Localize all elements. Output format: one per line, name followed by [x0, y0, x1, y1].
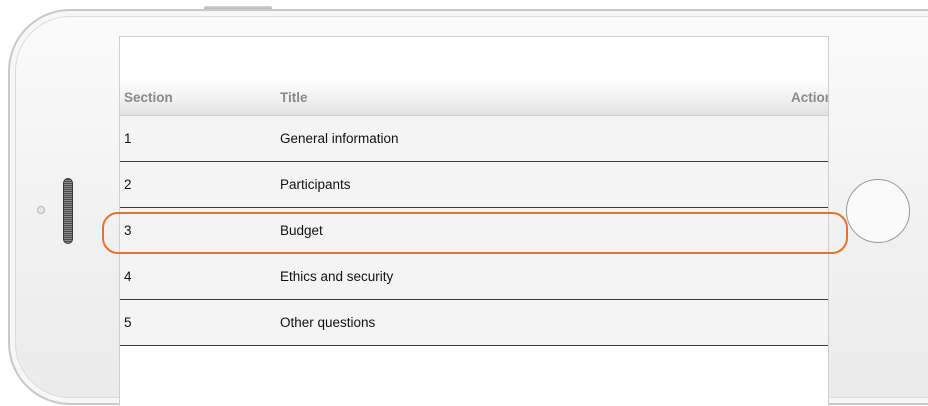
cell-section-number: 1 — [120, 115, 280, 162]
cell-section-number: 5 — [120, 299, 280, 346]
table-row-participants[interactable]: 2 Participants — [120, 161, 828, 208]
cell-section-title: General information — [280, 115, 750, 162]
cell-section-number: 4 — [120, 253, 280, 300]
home-button[interactable] — [846, 179, 910, 243]
cell-section-number: 2 — [120, 161, 280, 208]
table-header-row: Section Title Action — [120, 79, 828, 116]
front-camera — [37, 206, 45, 214]
cell-section-title: Budget — [280, 207, 750, 254]
stage: Section Title Action 1 General informati… — [0, 0, 928, 406]
cell-action[interactable] — [750, 299, 828, 346]
earpiece-speaker — [63, 178, 73, 244]
cell-section-title: Ethics and security — [280, 253, 750, 300]
cell-section-title: Participants — [280, 161, 750, 208]
table-row-budget[interactable]: 3 Budget — [120, 207, 828, 254]
table-row-other-questions[interactable]: 5 Other questions — [120, 299, 828, 346]
column-header-title[interactable]: Title — [280, 79, 750, 116]
table-row-ethics-and-security[interactable]: 4 Ethics and security — [120, 253, 828, 300]
table-row-general-information[interactable]: 1 General information — [120, 115, 828, 162]
cell-action[interactable] — [750, 253, 828, 300]
cell-action[interactable] — [750, 115, 828, 162]
cell-section-title: Other questions — [280, 299, 750, 346]
cell-action[interactable] — [750, 207, 828, 254]
column-header-action[interactable]: Action — [750, 79, 828, 116]
sections-table: Section Title Action 1 General informati… — [120, 79, 828, 346]
cell-action[interactable] — [750, 161, 828, 208]
column-header-section[interactable]: Section — [120, 79, 280, 116]
phone-screen: Section Title Action 1 General informati… — [119, 36, 829, 406]
cell-section-number: 3 — [120, 207, 280, 254]
